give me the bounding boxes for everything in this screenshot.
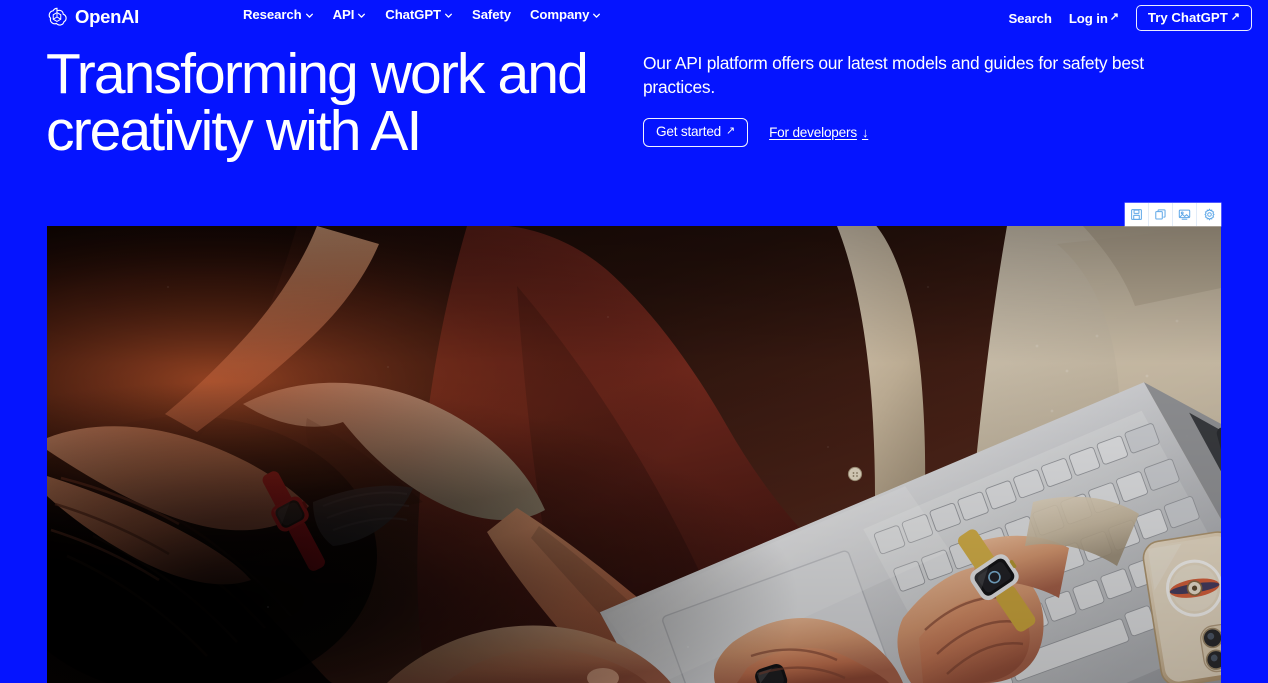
nav-item-company[interactable]: Company	[530, 8, 601, 21]
arrow-up-right-icon: ↗	[1230, 10, 1240, 23]
hero-image	[47, 226, 1221, 683]
openai-logo-icon	[46, 6, 68, 28]
hero-copy-column: Our API platform offers our latest model…	[643, 51, 1223, 147]
chevron-down-icon	[592, 11, 601, 20]
nav-actions: Search Log in ↗ Try ChatGPT ↗	[1008, 5, 1252, 32]
nav-item-chatgpt[interactable]: ChatGPT	[385, 8, 453, 21]
gear-icon[interactable]	[1197, 203, 1221, 226]
login-label: Log in	[1068, 10, 1108, 26]
chevron-down-icon	[444, 11, 453, 20]
nav-item-safety[interactable]: Safety	[472, 8, 511, 21]
for-developers-link[interactable]: For developers ↓	[769, 124, 869, 140]
try-chatgpt-label: Try ChatGPT	[1147, 10, 1228, 25]
page-title: Transforming work and creativity with AI	[46, 42, 589, 163]
save-icon[interactable]	[1125, 203, 1149, 226]
brand-name: OpenAI	[75, 5, 139, 27]
nav-item-label: Safety	[472, 7, 511, 22]
search-label: Search	[1008, 10, 1052, 26]
nav-item-label: Company	[529, 7, 590, 22]
primary-nav-items: Research API ChatGPT Safety Company	[243, 8, 601, 21]
login-link[interactable]: Log in ↗	[1068, 10, 1119, 26]
hero-section: Transforming work and creativity with AI…	[0, 40, 1268, 200]
get-started-label: Get started	[656, 124, 722, 140]
copy-icon[interactable]	[1149, 203, 1173, 226]
hero-action-row: Get started ↗ For developers ↓	[643, 118, 1223, 147]
for-developers-label: For developers	[769, 124, 857, 140]
arrow-up-right-icon: ↗	[726, 124, 736, 137]
chevron-down-icon	[357, 11, 366, 20]
chevron-down-icon	[305, 11, 314, 20]
nav-item-label: ChatGPT	[385, 7, 441, 22]
image-icon[interactable]	[1173, 203, 1197, 226]
get-started-button[interactable]: Get started ↗	[643, 118, 749, 147]
try-chatgpt-button[interactable]: Try ChatGPT ↗	[1135, 5, 1252, 32]
top-navigation-bar: OpenAI Research API ChatGPT Safety Compa…	[0, 0, 1268, 34]
brand-logo-link[interactable]: OpenAI	[46, 5, 139, 29]
nav-item-label: API	[332, 7, 355, 22]
search-button[interactable]: Search	[1008, 10, 1052, 26]
nav-item-label: Research	[243, 7, 302, 22]
image-toolbar	[1125, 203, 1221, 226]
hero-subtitle: Our API platform offers our latest model…	[643, 53, 1144, 98]
openai-homepage: OpenAI Research API ChatGPT Safety Compa…	[0, 0, 1268, 683]
nav-item-research[interactable]: Research	[243, 8, 314, 21]
nav-item-api[interactable]: API	[333, 8, 367, 21]
arrow-down-icon: ↓	[861, 124, 869, 140]
arrow-up-right-icon: ↗	[1109, 11, 1119, 24]
